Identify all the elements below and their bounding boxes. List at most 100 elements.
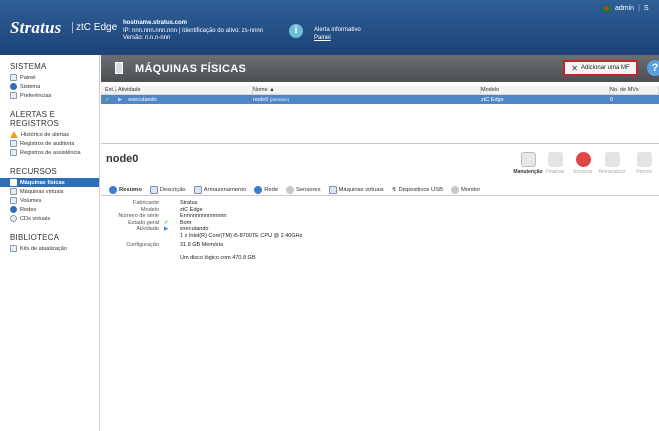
network-icon bbox=[254, 185, 263, 194]
dashboard-link[interactable]: Painel bbox=[314, 35, 361, 43]
user-area: admin | S bbox=[602, 5, 649, 12]
col-model[interactable]: Modelo bbox=[481, 85, 610, 95]
divider bbox=[101, 143, 659, 144]
sidebar-item-label: Redes bbox=[20, 206, 37, 213]
prop-label: Configuração bbox=[126, 242, 159, 248]
dashboard-icon bbox=[10, 74, 17, 81]
tab-label: Sensores bbox=[296, 186, 321, 193]
sensor-icon bbox=[286, 185, 295, 194]
tab-usb-devices[interactable]: ↯ Dispositivos USB bbox=[392, 187, 443, 193]
host-info: hostname.stratus.com IP: nnn.nnn.nnn.nnn… bbox=[123, 20, 263, 43]
tab-description[interactable]: Descrição bbox=[149, 185, 186, 194]
tab-network[interactable]: Rede bbox=[254, 185, 279, 194]
support-log-icon bbox=[10, 149, 17, 156]
page-title-bar: MÁQUINAS FÍSICAS ✕ Adicionar uma MF ? bbox=[101, 55, 659, 82]
sidebar-item-dashboard[interactable]: Painel bbox=[0, 73, 99, 82]
tab-storage[interactable]: Armazenamento bbox=[193, 185, 247, 194]
sidebar-heading: ALERTAS E REGISTROS bbox=[10, 110, 59, 128]
sidebar-item-label: Máquinas físicas bbox=[20, 179, 65, 186]
primary-tag: (primário) bbox=[269, 96, 290, 102]
maintenance-icon bbox=[520, 152, 536, 167]
product-name: ztC Edge bbox=[72, 22, 117, 33]
detail-title: node0 bbox=[106, 153, 139, 165]
help-icon[interactable]: ? bbox=[647, 60, 659, 76]
tab-label: Resumo bbox=[119, 186, 142, 193]
sidebar-item-networks[interactable]: Redes bbox=[0, 205, 99, 214]
stratus-logo: Stratus bbox=[10, 18, 62, 37]
action-label: Finalizar bbox=[545, 169, 565, 175]
vms-cell: 0 bbox=[610, 96, 614, 103]
system-icon bbox=[10, 83, 17, 90]
main-content: MÁQUINAS FÍSICAS ✕ Adicionar uma MF ? Es… bbox=[101, 55, 659, 431]
restart-button[interactable]: Reinicializar bbox=[597, 152, 627, 175]
action-toolbar: Manutenção Finalizar Encerrar Reiniciali… bbox=[513, 152, 659, 182]
sidebar-item-audit-logs[interactable]: Registros de auditoria bbox=[0, 139, 99, 148]
server-icon bbox=[115, 62, 123, 74]
host-name: hostname.stratus.com bbox=[123, 20, 188, 26]
sidebar-item-virtual-cds[interactable]: CDs virtuais bbox=[0, 214, 99, 223]
info-alert-icon[interactable]: i bbox=[289, 24, 303, 38]
tab-label: Rede bbox=[264, 186, 279, 193]
sidebar-heading: SISTEMA bbox=[10, 62, 47, 71]
tab-virtual-machines[interactable]: Máquinas virtuais bbox=[328, 185, 384, 194]
tab-label: Descrição bbox=[159, 186, 186, 193]
virtual-machine-icon bbox=[10, 188, 17, 195]
table-row[interactable]: ✔ ▶ executando node0 (primário) ztC Edge… bbox=[101, 95, 659, 104]
tab-monitor[interactable]: Monitor bbox=[450, 185, 480, 194]
alert-info: Alerta informativo Painel bbox=[314, 27, 361, 42]
sidebar-item-label: Volumes bbox=[20, 197, 42, 204]
sidebar-item-support-logs[interactable]: Registros de assistência bbox=[0, 148, 99, 157]
tab-sensors[interactable]: Sensores bbox=[286, 185, 321, 194]
tools-icon: ✕ bbox=[571, 63, 578, 73]
col-vms[interactable]: No. de MVs bbox=[610, 85, 659, 95]
sidebar-item-alert-history[interactable]: Histórico de alertas bbox=[0, 130, 99, 139]
host-version: Versão: n.n.n-nnn bbox=[123, 35, 171, 41]
maintenance-button[interactable]: Manutenção bbox=[513, 152, 543, 175]
finalize-button[interactable]: Finalizar bbox=[540, 152, 570, 175]
sidebar-item-label: Painel bbox=[20, 74, 36, 81]
header-overflow[interactable]: S bbox=[644, 5, 649, 12]
table-header: Est... Atividade Nome ▲ Modelo No. de MV… bbox=[101, 85, 659, 95]
check-icon: ✔ bbox=[105, 96, 110, 103]
sidebar-item-upgrade-kits[interactable]: Kits de atualização bbox=[0, 244, 99, 253]
monitor-icon bbox=[450, 185, 459, 194]
user-name[interactable]: admin bbox=[615, 5, 634, 12]
language-flag-icon[interactable] bbox=[602, 5, 611, 12]
col-state[interactable]: Est... bbox=[101, 85, 118, 95]
sidebar-item-label: Preferências bbox=[20, 92, 52, 99]
prop-disk: Um disco lógico com 470.8 GB bbox=[106, 252, 302, 265]
cd-icon bbox=[10, 215, 17, 222]
sidebar-item-system[interactable]: Sistema bbox=[0, 82, 99, 91]
action-label: Remov bbox=[636, 169, 652, 175]
col-name[interactable]: Nome ▲ bbox=[253, 85, 481, 95]
sidebar-heading: BIBLIOTECA bbox=[10, 233, 60, 242]
add-pm-button[interactable]: ✕ Adicionar uma MF bbox=[563, 60, 638, 76]
col-activity[interactable]: Atividade bbox=[116, 85, 253, 95]
add-pm-label: Adicionar uma MF bbox=[581, 65, 630, 71]
shutdown-button[interactable]: Encerrar bbox=[568, 152, 598, 175]
sidebar-section-alerts: ALERTAS E REGISTROS Histórico de alertas… bbox=[0, 110, 99, 157]
header-separator: | bbox=[638, 5, 640, 12]
prop-value: 31.9 GB Memória bbox=[180, 242, 224, 248]
info-icon bbox=[109, 185, 117, 194]
sidebar-item-volumes[interactable]: Volumes bbox=[0, 196, 99, 205]
finalize-icon bbox=[547, 152, 563, 167]
sidebar-item-label: Máquinas virtuais bbox=[20, 188, 64, 195]
model-cell: ztC Edge bbox=[481, 96, 504, 103]
sidebar-item-label: Registros de auditoria bbox=[20, 140, 75, 147]
virtual-machine-icon bbox=[328, 185, 337, 194]
sidebar-item-label: Sistema bbox=[20, 83, 41, 90]
sidebar-item-preferences[interactable]: Preferências bbox=[0, 91, 99, 100]
tab-label: Armazenamento bbox=[203, 186, 247, 193]
sidebar-item-label: Kits de atualização bbox=[20, 245, 67, 252]
remove-button[interactable]: Remov bbox=[629, 152, 659, 175]
sidebar-item-virtual-machines[interactable]: Máquinas virtuais bbox=[0, 187, 99, 196]
host-ip-asset: IP: nnn.nnn.nnn.nnn | Identificação do a… bbox=[123, 27, 263, 34]
running-icon: ▶ bbox=[118, 96, 123, 103]
app-header: Stratus ztC Edge hostname.stratus.com IP… bbox=[0, 0, 659, 55]
preferences-icon bbox=[10, 92, 17, 99]
tab-summary[interactable]: Resumo bbox=[109, 185, 142, 194]
sidebar-item-physical-machines[interactable]: Máquinas físicas bbox=[0, 178, 99, 187]
action-label: Encerrar bbox=[573, 169, 593, 175]
action-label: Reinicializar bbox=[598, 169, 626, 175]
